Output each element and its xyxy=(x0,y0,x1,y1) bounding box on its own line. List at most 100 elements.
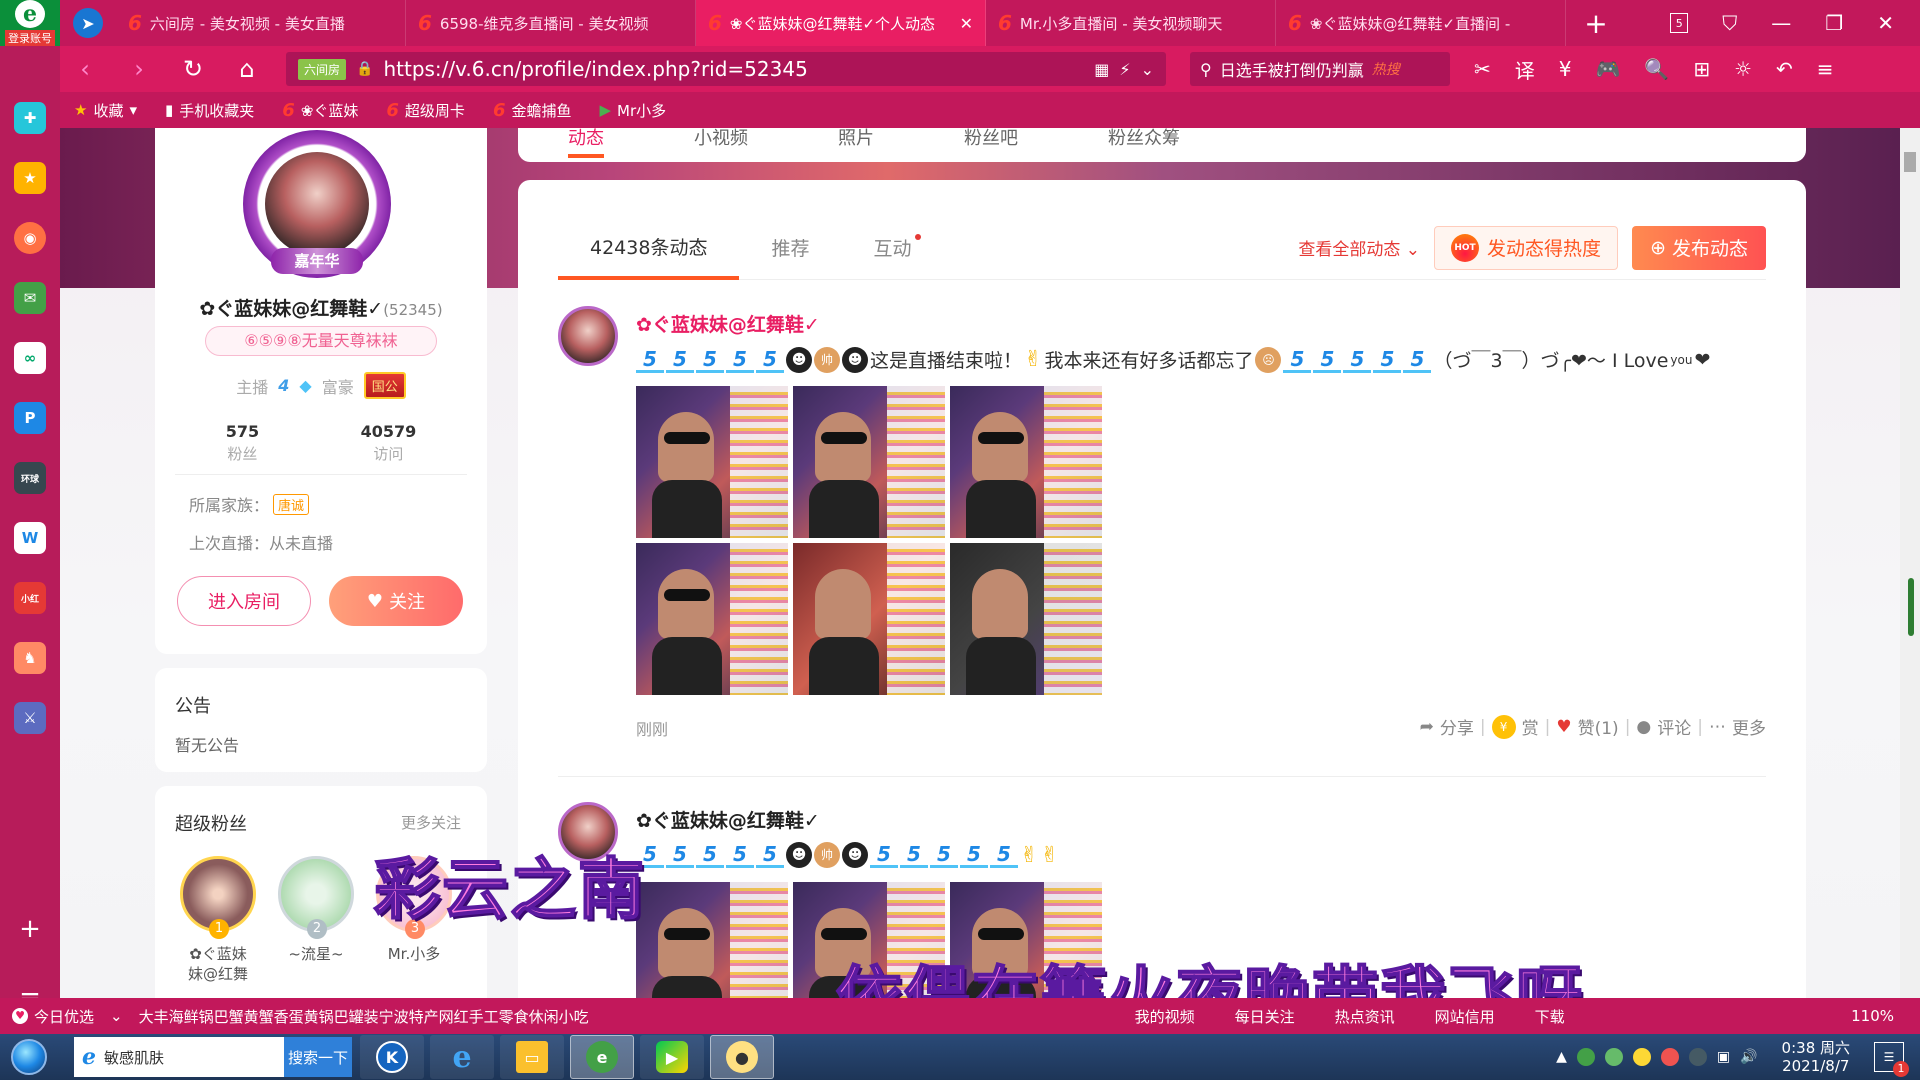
tray-yellow-icon[interactable] xyxy=(1632,1048,1651,1066)
taskbar-app-360[interactable]: e xyxy=(570,1035,634,1079)
tab-fan-forum[interactable]: 粉丝吧 xyxy=(964,124,1018,158)
mail-icon[interactable]: ✉ xyxy=(14,282,46,314)
view-all-dropdown[interactable]: 查看全部动态 ⌄ xyxy=(1298,235,1420,260)
refresh-icon[interactable]: ↻ xyxy=(178,55,208,83)
minimize-icon[interactable]: — xyxy=(1771,11,1791,35)
add-sidebar-icon[interactable]: + xyxy=(19,914,41,944)
enter-room-button[interactable]: 进入房间 xyxy=(177,576,311,626)
url-text[interactable]: https://v.6.cn/profile/index.php?rid=523… xyxy=(383,57,1084,81)
more-dots-icon[interactable]: ⋯ xyxy=(1709,717,1726,737)
back-icon[interactable]: ‹ xyxy=(70,55,100,83)
tab-3[interactable]: 6 Mr.小多直播间 - 美女视频聊天 xyxy=(986,0,1276,46)
post-image[interactable] xyxy=(636,543,788,695)
magnifier-icon[interactable]: 🔍 xyxy=(1644,57,1669,81)
taskbar-search-input[interactable]: e 敏感肌肤 xyxy=(74,1037,284,1077)
hot-news-link[interactable]: 热点资讯 xyxy=(1335,1006,1395,1027)
more-follows-link[interactable]: 更多关注 xyxy=(401,812,461,833)
post-image[interactable] xyxy=(950,386,1102,538)
tab-count-icon[interactable]: 5 xyxy=(1670,13,1689,33)
start-button[interactable] xyxy=(0,1034,58,1080)
network-icon[interactable]: ▣ xyxy=(1717,1049,1730,1065)
coin-icon[interactable]: ¥ xyxy=(1559,57,1572,81)
like-button[interactable]: 赞(1) xyxy=(1578,714,1619,739)
post-image[interactable] xyxy=(793,386,945,538)
today-picks[interactable]: ♥ 今日优选 xyxy=(12,1006,94,1027)
publish-post-button[interactable]: ⊕ 发布动态 xyxy=(1632,225,1766,270)
close-tab-icon[interactable]: ✕ xyxy=(960,14,973,33)
tab-moments[interactable]: 动态 xyxy=(568,124,604,158)
bookmark-favorites[interactable]: ★ 收藏 ▾ xyxy=(74,100,137,121)
post-author[interactable]: ✿ぐ蓝妹妹@红舞鞋✓ xyxy=(636,806,820,833)
global-shopping-icon[interactable]: 环球 xyxy=(14,462,46,494)
daily-follow-link[interactable]: 每日关注 xyxy=(1235,1006,1295,1027)
avatar[interactable]: 嘉年华 xyxy=(243,130,391,278)
download-link[interactable]: 下载 xyxy=(1535,1006,1565,1027)
site-credit-link[interactable]: 网站信用 xyxy=(1435,1006,1495,1027)
lightning-icon[interactable]: ⚡ xyxy=(1119,60,1130,79)
feed-tab-recommended[interactable]: 推荐 xyxy=(739,216,841,279)
tray-avatar-icon[interactable] xyxy=(1688,1048,1707,1066)
tab-crowdfunding[interactable]: 粉丝众筹 xyxy=(1108,124,1180,158)
home-icon[interactable]: ⌂ xyxy=(232,55,262,83)
cloud-icon[interactable]: ∞ xyxy=(14,342,46,374)
post-image[interactable] xyxy=(950,543,1102,695)
taskbar-app-chick[interactable]: ● xyxy=(710,1035,774,1079)
game-app-icon[interactable]: ♞ xyxy=(14,642,46,674)
page-scrollbar[interactable] xyxy=(1900,128,1920,998)
shirt-icon[interactable]: ⛉ xyxy=(1722,11,1737,35)
shooter-game-icon[interactable]: ⚔ xyxy=(14,702,46,734)
system-clock[interactable]: 0:38 周六 2021/8/7 xyxy=(1782,1039,1850,1075)
post-image[interactable] xyxy=(636,386,788,538)
chevron-down-icon[interactable]: ⌄ xyxy=(1141,60,1154,79)
plus-app-icon[interactable]: ✚ xyxy=(14,102,46,134)
my-videos-link[interactable]: 我的视频 xyxy=(1135,1006,1195,1027)
taskbar-search-button[interactable]: 搜索一下 xyxy=(284,1037,352,1077)
forward-icon[interactable]: › xyxy=(124,55,154,83)
search-input[interactable]: ⚲ 日选手被打倒仍判赢 热搜 xyxy=(1190,52,1450,86)
scrollbar-thumb[interactable] xyxy=(1904,152,1916,172)
tab-1[interactable]: 6 6598-维克多直播间 - 美女视频 xyxy=(406,0,696,46)
share-icon[interactable]: ➦ xyxy=(1420,717,1434,737)
tray-red-icon[interactable] xyxy=(1660,1048,1679,1066)
bookmark-lanmeimei[interactable]: 6 ❀ぐ蓝妹 xyxy=(282,100,358,121)
super-fan-1[interactable]: 1 ✿ぐ蓝妹 妹@红舞 xyxy=(173,856,263,984)
reward-coin-icon[interactable]: ¥ xyxy=(1491,714,1516,739)
url-bar[interactable]: 六间房 🔒 https://v.6.cn/profile/index.php?r… xyxy=(286,52,1166,86)
post-author[interactable]: ✿ぐ蓝妹妹@红舞鞋✓ xyxy=(636,310,820,337)
login-account-label[interactable]: 登录账号 xyxy=(5,30,55,46)
tab-short-videos[interactable]: 小视频 xyxy=(694,124,748,158)
tab-0[interactable]: 6 六间房 - 美女视频 - 美女直播 xyxy=(116,0,406,46)
taskbar-app-ie[interactable]: e xyxy=(430,1035,494,1079)
bookmark-mrxiaoduo[interactable]: ▶ Mr小多 xyxy=(599,100,666,121)
more-button[interactable]: 更多 xyxy=(1732,714,1766,739)
bookmark-fishing[interactable]: 6 金蟾捕鱼 xyxy=(493,100,572,121)
follow-button[interactable]: ♥ 关注 xyxy=(329,576,463,626)
news-ticker[interactable]: 大丰海鲜锅巴蟹黄蟹香蛋黄锅巴罐装宁波特产网红手工零食休闲小吃 xyxy=(139,1006,699,1027)
bookmark-weekly-card[interactable]: 6 超级周卡 xyxy=(386,100,465,121)
restore-icon[interactable]: ❐ xyxy=(1825,11,1843,35)
tab-2[interactable]: 6 ❀ぐ蓝妹妹@红舞鞋✓个人动态 ✕ xyxy=(696,0,986,46)
tab-photos[interactable]: 照片 xyxy=(838,124,874,158)
grid-icon[interactable]: ⊞ xyxy=(1693,57,1710,81)
tray-expand-icon[interactable]: ▲ xyxy=(1556,1049,1567,1065)
tray-360-icon[interactable] xyxy=(1604,1048,1623,1066)
p-app-icon[interactable]: P xyxy=(14,402,46,434)
document-icon[interactable]: W xyxy=(14,522,46,554)
fans-stat[interactable]: 575 粉丝 xyxy=(226,422,259,464)
like-heart-icon[interactable]: ♥ xyxy=(1556,717,1571,737)
new-tab-button[interactable]: + xyxy=(1566,0,1626,46)
post-avatar[interactable] xyxy=(558,306,618,366)
reward-button[interactable]: 赏 xyxy=(1522,714,1539,739)
close-window-icon[interactable]: ✕ xyxy=(1877,11,1894,35)
notification-center-icon[interactable]: ☰ 1 xyxy=(1874,1042,1909,1077)
taskbar-app-k[interactable]: K xyxy=(360,1035,424,1079)
menu-icon[interactable]: ≡ xyxy=(1817,57,1834,81)
family-badge[interactable]: 唐诚 xyxy=(273,493,310,515)
post-image[interactable] xyxy=(636,882,788,1010)
browser-logo[interactable]: e 登录账号 xyxy=(0,0,60,46)
feed-tab-all[interactable]: 42438条动态 xyxy=(558,216,740,280)
tray-shield-icon[interactable] xyxy=(1576,1048,1595,1066)
feed-tab-interaction[interactable]: 互动 xyxy=(841,216,943,279)
volume-icon[interactable]: 🔊 xyxy=(1740,1049,1757,1065)
navigation-tab[interactable]: ➤ xyxy=(60,0,116,46)
